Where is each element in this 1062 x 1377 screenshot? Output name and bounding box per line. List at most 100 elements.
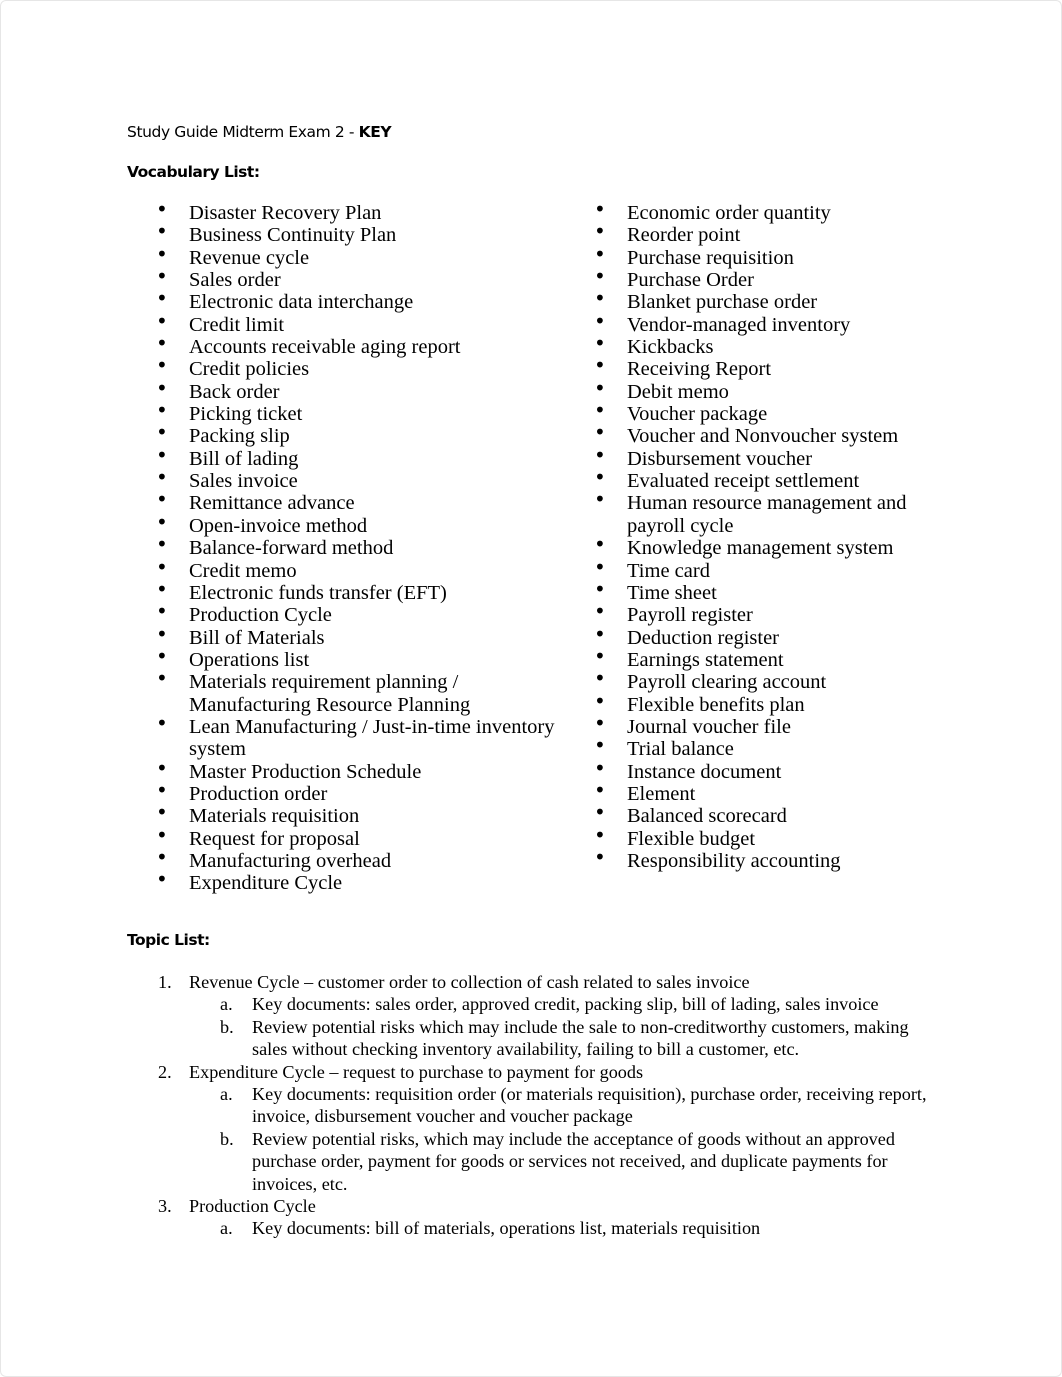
vocabulary-item: • Element: [594, 779, 934, 805]
vocabulary-item: • Request for proposal: [156, 823, 576, 850]
subitem-letter: b.: [220, 1128, 234, 1149]
bullet-icon: •: [156, 286, 168, 311]
vocabulary-term: Element: [627, 782, 696, 805]
subitem-letter: a.: [220, 1084, 233, 1105]
vocabulary-item: • Debit memo: [594, 376, 934, 403]
vocabulary-item: • Payroll clearing account: [594, 667, 934, 694]
bullet-icon: •: [156, 532, 168, 557]
bullet-icon: •: [594, 643, 606, 668]
vocabulary-item: • Knowledge management system: [594, 533, 934, 560]
topic-number: 2.: [158, 1061, 172, 1082]
bullet-icon: •: [156, 666, 168, 691]
vocabulary-term: Voucher and Nonvoucher system: [627, 425, 899, 448]
bullet-icon: •: [594, 755, 606, 780]
vocabulary-item: • Manufacturing overhead: [156, 846, 576, 872]
vocabulary-item: • Voucher and Nonvoucher system: [594, 421, 934, 448]
vocabulary-term: Flexible benefits plan: [627, 693, 805, 716]
bullet-icon: •: [594, 241, 606, 266]
bullet-icon: •: [594, 308, 606, 333]
vocabulary-item: • Credit memo: [156, 555, 576, 582]
bullet-icon: •: [594, 733, 606, 758]
subitem-text: Key documents: bill of materials, operat…: [252, 1218, 761, 1239]
vocabulary-term: Payroll clearing account: [627, 671, 827, 694]
bullet-icon: •: [156, 264, 168, 289]
title-key: KEY: [358, 123, 392, 141]
vocabulary-term: Credit policies: [189, 358, 310, 381]
vocabulary-term: Bill of lading: [189, 447, 299, 470]
bullet-icon: •: [594, 822, 606, 847]
subitem-text: Review potential risks, which may includ…: [252, 1128, 895, 1194]
vocabulary-term: Picking ticket: [189, 403, 303, 426]
vocabulary-term: Responsibility accounting: [627, 849, 841, 872]
vocabulary-item: • Open-invoice method: [156, 510, 576, 537]
vocabulary-term: Sales order: [189, 269, 281, 292]
bullet-icon: •: [594, 599, 606, 624]
vocabulary-term: Instance document: [627, 760, 782, 783]
vocabulary-item: • Deduction register: [594, 622, 934, 649]
vocabulary-item: • Payroll register: [594, 600, 934, 626]
vocabulary-item: • Production order: [156, 779, 576, 805]
bullet-icon: •: [594, 487, 606, 512]
vocabulary-item: • Materials requirement planning / Manufa…: [156, 667, 576, 716]
vocabulary-term: Vendor-managed inventory: [627, 313, 851, 336]
bullet-icon: •: [594, 532, 606, 557]
vocabulary-term: Balance-forward method: [189, 537, 394, 560]
topic-list: 1. Revenue Cycle – customer order to coll…: [156, 971, 946, 1240]
vocabulary-term: Knowledge management system: [627, 537, 894, 560]
vocabulary-term: Receiving Report: [627, 358, 772, 381]
vocabulary-item: • Master Production Schedule: [156, 756, 576, 783]
topic-item: 2. Expenditure Cycle – request to purchas…: [156, 1061, 946, 1083]
vocabulary-term: Open-invoice method: [189, 514, 368, 537]
vocabulary-term: Blanket purchase order: [627, 291, 818, 314]
subitem-text: Key documents: sales order, approved cre…: [252, 994, 879, 1015]
vocabulary-item: • Business Continuity Plan: [156, 220, 576, 246]
bullet-icon: •: [594, 420, 606, 445]
bullet-icon: •: [594, 844, 606, 869]
bullet-icon: •: [156, 353, 168, 378]
vocabulary-term: Reorder point: [627, 224, 741, 247]
vocabulary-item: • Remittance advance: [156, 488, 576, 515]
vocabulary-item: • Balanced scorecard: [594, 801, 934, 827]
subitem-letter: a.: [220, 994, 233, 1015]
vocabulary-term: Flexible budget: [627, 827, 756, 850]
vocabulary-term: Kickbacks: [627, 336, 714, 359]
bullet-icon: •: [156, 487, 168, 512]
bullet-icon: •: [156, 442, 168, 467]
vocabulary-list-left: • Disaster Recovery Plan • Business Continu…: [156, 198, 576, 895]
vocabulary-item: • Expenditure Cycle: [156, 868, 576, 894]
bullet-icon: •: [156, 331, 168, 356]
bullet-icon: •: [156, 465, 168, 490]
vocabulary-item: • Operations list: [156, 645, 576, 671]
vocabulary-term: Electronic data interchange: [189, 291, 414, 314]
vocabulary-term: Voucher package: [627, 403, 768, 426]
vocabulary-item: • Evaluated receipt settlement: [594, 466, 934, 492]
vocabulary-term: Disbursement voucher: [627, 447, 813, 470]
vocabulary-item: • Revenue cycle: [156, 242, 576, 269]
topic-subitem: a. Key documents: sales order, approved c…: [156, 993, 946, 1015]
vocabulary-term: Earnings statement: [627, 648, 784, 671]
vocabulary-item: • Economic order quantity: [594, 198, 934, 224]
bullet-icon: •: [156, 420, 168, 445]
vocabulary-item: • Production Cycle: [156, 600, 576, 626]
vocabulary-term: Bill of Materials: [189, 626, 325, 649]
vocabulary-term: Remittance advance: [189, 492, 355, 515]
vocabulary-term: Request for proposal: [189, 827, 360, 850]
vocabulary-item: • Disaster Recovery Plan: [156, 198, 576, 224]
vocabulary-item: • Responsibility accounting: [594, 846, 934, 872]
vocabulary-item: • Receiving Report: [594, 354, 934, 381]
vocabulary-term: Packing slip: [189, 425, 290, 448]
bullet-icon: •: [156, 777, 168, 802]
title-text: Study Guide Midterm Exam 2 -: [127, 123, 359, 141]
bullet-icon: •: [594, 688, 606, 713]
bullet-icon: •: [156, 308, 168, 333]
topic-subitem: b. Review potential risks which may inclu…: [156, 1016, 946, 1061]
vocabulary-term: Master Production Schedule: [189, 760, 422, 783]
bullet-icon: •: [594, 465, 606, 490]
vocabulary-item: • Balance-forward method: [156, 533, 576, 560]
vocabulary-term: Lean Manufacturing / Just-in-time invent…: [189, 715, 555, 761]
vocabulary-item: • Flexible budget: [594, 823, 934, 850]
bullet-icon: •: [156, 509, 168, 534]
vocabulary-item: • Materials requisition: [156, 801, 576, 827]
vocabulary-term: Back order: [189, 380, 280, 403]
bullet-icon: •: [156, 867, 168, 892]
